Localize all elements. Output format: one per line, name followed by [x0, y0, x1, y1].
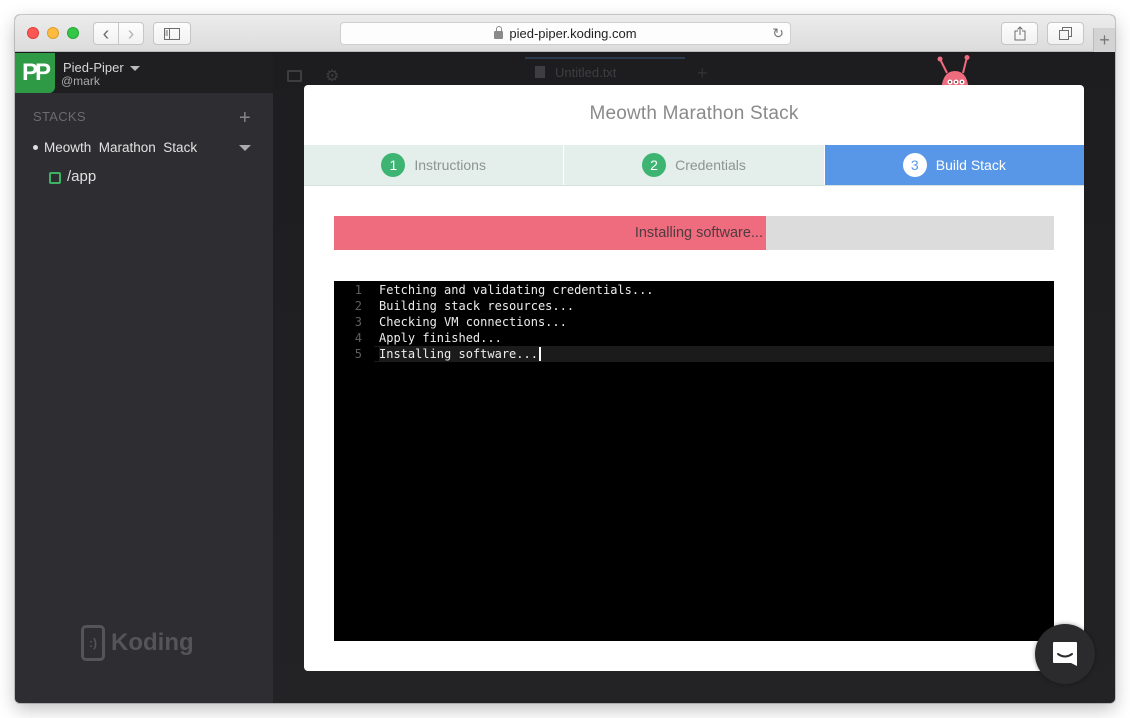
url-text: pied-piper.koding.com — [509, 26, 637, 41]
koding-wordmark: Koding — [111, 629, 194, 656]
reload-icon[interactable]: ↻ — [772, 25, 784, 42]
step-number-badge: 3 — [902, 153, 927, 177]
browser-toolbar: ‹ › pied-piper.koding.com ↻ + — [15, 15, 1115, 52]
tab-overview-button[interactable] — [1047, 22, 1084, 45]
plus-icon: + — [1099, 29, 1110, 50]
step-number-badge: 2 — [642, 153, 667, 177]
sidebar-stack-item[interactable]: Meowth Marathon Stack — [33, 140, 197, 155]
lock-icon — [494, 25, 504, 39]
step-number-badge: 1 — [381, 153, 406, 177]
stack-status-dot — [33, 145, 38, 150]
add-tab-button[interactable]: + — [697, 63, 708, 84]
log-text: Apply finished... — [379, 331, 502, 345]
terminal-line: 4 Apply finished... — [334, 330, 1054, 346]
file-icon — [535, 66, 545, 78]
log-text: Fetching and validating credentials... — [379, 283, 654, 297]
stacks-heading: STACKS — [33, 109, 86, 124]
chat-icon — [1053, 642, 1077, 666]
close-window-button[interactable] — [27, 27, 39, 39]
caret-down-icon — [129, 66, 140, 72]
team-header[interactable]: PP Pied-Piper @mark — [15, 53, 273, 93]
machine-label: /app — [67, 168, 97, 185]
folder-icon[interactable] — [287, 70, 302, 82]
add-stack-button[interactable]: + — [239, 107, 251, 130]
koding-logo: :) Koding — [81, 625, 194, 661]
line-number: 4 — [354, 331, 362, 345]
machine-status-icon — [49, 172, 61, 184]
progress-label: Installing software... — [634, 225, 763, 241]
team-name-text: Pied-Piper — [63, 60, 124, 75]
caret-down-icon — [239, 145, 251, 151]
step-label: Credentials — [675, 157, 746, 173]
progress-fill: Installing software... — [334, 216, 766, 250]
address-bar[interactable]: pied-piper.koding.com ↻ — [340, 22, 791, 45]
modal-title: Meowth Marathon Stack — [589, 103, 799, 124]
back-button[interactable]: ‹ — [93, 22, 119, 45]
share-icon — [1014, 26, 1025, 41]
gear-icon[interactable]: ⚙ — [325, 66, 339, 86]
forward-button[interactable]: › — [118, 22, 144, 45]
sidebar-machine-item[interactable]: /app — [49, 168, 96, 185]
new-tab-button[interactable]: + — [1093, 28, 1115, 52]
terminal-line: 5 Installing software... — [334, 346, 1054, 362]
line-number: 3 — [354, 315, 362, 329]
sidebar: PP Pied-Piper @mark STACKS + Meowth Mara… — [15, 53, 273, 703]
chevron-left-icon: ‹ — [102, 22, 110, 45]
team-logo: PP — [15, 53, 55, 93]
step-credentials[interactable]: 2 Credentials — [564, 145, 825, 185]
editor-tab[interactable]: Untitled.txt — [525, 57, 685, 85]
koding-mark-icon: :) — [81, 625, 105, 661]
step-label: Build Stack — [935, 157, 1006, 173]
line-number: 5 — [334, 347, 379, 361]
line-number: 1 — [354, 283, 362, 297]
step-instructions[interactable]: 1 Instructions — [304, 145, 565, 185]
line-number: 2 — [354, 299, 362, 313]
terminal-line: 2 Building stack resources... — [334, 298, 1054, 314]
zoom-window-button[interactable] — [67, 27, 79, 39]
wizard-steps: 1 Instructions 2 Credentials 3 Build Sta… — [304, 145, 1084, 186]
text-cursor — [538, 347, 541, 361]
username: @mark — [61, 74, 100, 88]
log-text: Checking VM connections... — [379, 315, 567, 329]
log-text: Installing software... — [379, 347, 538, 361]
step-label: Instructions — [414, 157, 486, 173]
terminal-line: 1 Fetching and validating credentials... — [334, 282, 1054, 298]
stack-name: Meowth Marathon Stack — [44, 140, 198, 155]
stack-menu-button[interactable] — [235, 139, 255, 157]
show-sidebar-button[interactable] — [153, 22, 191, 45]
step-build-stack[interactable]: 3 Build Stack — [824, 145, 1084, 185]
share-button[interactable] — [1001, 22, 1038, 45]
build-progress-bar: Installing software... — [334, 216, 1054, 250]
log-text: Building stack resources... — [379, 299, 575, 313]
support-chat-button[interactable] — [1035, 624, 1095, 684]
build-stack-modal: Meowth Marathon Stack 1 Instructions 2 C… — [304, 85, 1084, 671]
minimize-window-button[interactable] — [47, 27, 59, 39]
tabs-overview-icon — [1059, 27, 1072, 40]
team-name[interactable]: Pied-Piper — [63, 60, 140, 75]
terminal-line: 3 Checking VM connections... — [334, 314, 1054, 330]
build-log-terminal[interactable]: 1 Fetching and validating credentials... 2… — [334, 281, 1054, 641]
editor-tab-label: Untitled.txt — [555, 64, 617, 80]
chevron-right-icon: › — [127, 22, 135, 45]
sidebar-icon — [164, 27, 180, 40]
browser-window: ‹ › pied-piper.koding.com ↻ + PP Pied-Pi… — [15, 15, 1115, 703]
